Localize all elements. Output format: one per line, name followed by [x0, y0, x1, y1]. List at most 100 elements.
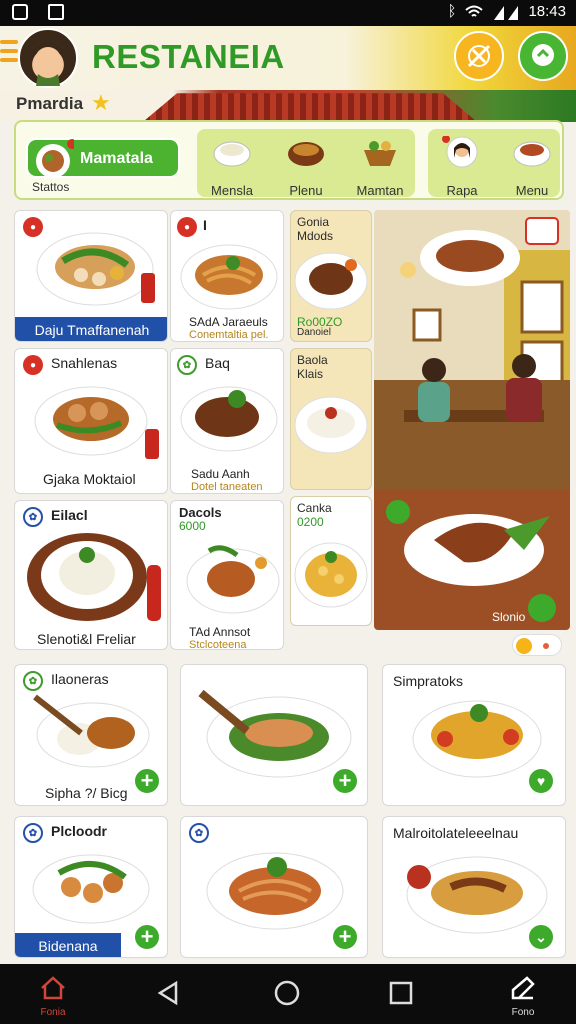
home-icon [41, 976, 65, 1000]
card-subtitle: Sipha ?/ Bicg [45, 785, 128, 801]
card-subtitle: Slenoti&l Freliar [37, 631, 136, 647]
menu-card[interactable]: ✿ Baq Sadu Aanh Dotel taneaten [170, 348, 284, 494]
back-triangle-icon [157, 980, 178, 1006]
dish-icon [36, 139, 74, 178]
card-subtitle: Klais [297, 367, 324, 381]
dish-image [412, 700, 542, 778]
photo-label: Slonio [492, 610, 526, 624]
nav-back[interactable] [156, 980, 180, 1011]
tag-icon: ✿ [23, 507, 43, 527]
card-title: Baq [205, 355, 230, 371]
menu-card[interactable]: ✿ Ilaoneras Sipha ?/ Bicg + [14, 664, 168, 806]
menu-card[interactable]: ✿ Plcloodr Bidenana + [14, 816, 168, 958]
clock: 18:43 [528, 3, 566, 20]
tag-icon: ✿ [23, 671, 43, 691]
category-item[interactable]: Menu [492, 132, 572, 198]
add-button[interactable]: ♥ [527, 767, 555, 795]
app-notification-icon [12, 4, 28, 20]
side-card[interactable]: Gonia Mdods Ro00ZO Danoiel [290, 210, 372, 342]
menu-card[interactable]: ● Daju Tmaffanenah [14, 210, 168, 342]
app-header: RESTANEIA [0, 26, 576, 90]
dish-image [294, 542, 368, 608]
dish-image [34, 386, 159, 459]
nav-recents[interactable] [388, 980, 414, 1011]
view-toggle[interactable] [512, 634, 562, 656]
category-active-label: Mamatala [80, 150, 153, 167]
status-bar: ᛒ 18:43 [0, 0, 576, 26]
card-title: Dacols [179, 505, 222, 520]
restaurant-roof-decoration [142, 93, 478, 122]
app-title: RESTANEIA [92, 38, 285, 75]
dish-image [36, 232, 155, 306]
restaurant-photo[interactable]: Slonio [374, 210, 570, 630]
card-title: Canka [297, 501, 332, 515]
nav-grid[interactable]: Fono [506, 976, 540, 1018]
dish-image [33, 694, 150, 768]
category-item[interactable]: Plenu [266, 132, 346, 198]
menu-card[interactable]: ✿ Eilacl Slenoti&l Freliar [14, 500, 168, 650]
dish-image [180, 386, 278, 452]
basket-icon [364, 141, 396, 166]
card-subtitle: Gjaka Moktaiol [43, 471, 136, 487]
image-notification-icon [48, 4, 64, 20]
chat-icon[interactable] [518, 31, 568, 81]
card-title: Malroitolateleeelnau [393, 825, 519, 841]
category-item[interactable]: Mamtan [340, 132, 420, 198]
menu-card[interactable]: Dacols 6000 TAd Annsot Stclcoteena [170, 500, 284, 650]
side-card[interactable]: Baola Klais [290, 348, 372, 490]
add-button[interactable]: + [133, 923, 161, 951]
rice-bowl-icon [213, 141, 251, 167]
home-circle-icon [274, 980, 300, 1006]
add-button[interactable]: ⌄ [527, 923, 555, 951]
edit-icon [511, 976, 535, 1000]
side-card[interactable]: Canka 0200 [290, 496, 372, 626]
card-title-bar: Daju Tmaffanenah [15, 317, 167, 341]
dish-image [186, 545, 280, 614]
add-button[interactable]: + [331, 767, 359, 795]
menu-card[interactable]: Malroitolateleeelnau ⌄ [382, 816, 566, 958]
category-active-pill[interactable]: Mamatala [26, 138, 180, 178]
card-caption: Dotel taneaten [191, 481, 263, 493]
avatar[interactable] [18, 28, 78, 88]
menu-icon[interactable] [0, 40, 18, 66]
dish-image [27, 533, 161, 621]
add-button[interactable]: + [133, 767, 161, 795]
add-button[interactable]: + [331, 923, 359, 951]
category-item[interactable]: Mensla [192, 132, 272, 198]
card-title: Baola [297, 353, 328, 367]
dish-image [294, 252, 368, 310]
username: Pmardia [16, 94, 84, 113]
card-subtitle: SAdA Jaraeuls [189, 315, 268, 329]
restaurant-scene-image [374, 210, 570, 630]
tag-icon: ● [177, 217, 197, 237]
pizza-icon[interactable] [454, 31, 504, 81]
card-title: Gonia [297, 215, 330, 229]
menu-card[interactable]: ● Snahlenas Gjaka Moktaiol [14, 348, 168, 494]
card-price: 0200 [297, 515, 324, 529]
menu-card[interactable]: ● I SAdA Jaraeuls Conemtaltia pel. [170, 210, 284, 342]
recents-square-icon [389, 981, 413, 1005]
tag-icon: ● [23, 355, 43, 375]
card-title: Plcloodr [51, 823, 108, 839]
card-caption: Conemtaltia pel. [189, 329, 269, 341]
card-subtitle: Sadu Aanh [191, 467, 250, 481]
card-title: Ilaoneras [51, 671, 109, 687]
card-title: Snahlenas [51, 355, 118, 371]
menu-card[interactable]: ✿ + [180, 816, 368, 958]
menu-card[interactable]: + [180, 664, 368, 806]
card-subtitle: TAd Annsot [189, 625, 251, 639]
menu-card[interactable]: Simpratoks ♥ [382, 664, 566, 806]
dish-image [294, 396, 368, 454]
nav-home[interactable]: Fonia [36, 976, 70, 1018]
status-label: Stattos [32, 180, 70, 194]
dish-image [206, 852, 344, 930]
nav-home-circle[interactable] [274, 980, 300, 1011]
wifi-icon [465, 5, 484, 17]
signal-icon [494, 5, 519, 20]
stew-bowl-icon [288, 142, 324, 166]
card-title: Eilacl [51, 507, 88, 523]
card-caption: Stclcoteena [189, 639, 247, 650]
person-avatar-icon [442, 135, 478, 168]
category-item[interactable]: Rapa [422, 132, 502, 198]
star-icon: ★ [91, 90, 111, 115]
